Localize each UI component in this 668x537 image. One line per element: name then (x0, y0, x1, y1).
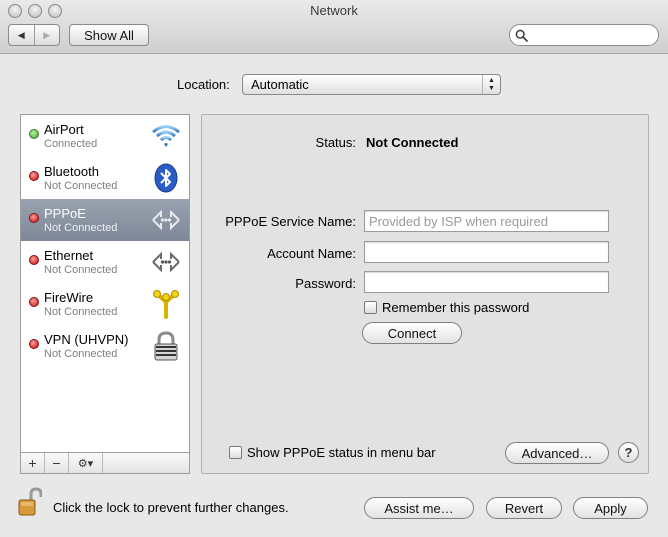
search-field[interactable] (509, 24, 659, 46)
status-dot-icon (29, 255, 39, 265)
service-status: Not Connected (44, 306, 118, 318)
status-dot-icon (29, 297, 39, 307)
service-status: Not Connected (44, 264, 118, 276)
show-status-label: Show PPPoE status in menu bar (247, 445, 436, 460)
add-service-button[interactable]: + (21, 453, 45, 473)
status-dot-icon (29, 171, 39, 181)
popup-arrows-icon: ▲ ▼ (482, 75, 500, 94)
service-status: Not Connected (44, 348, 118, 360)
remember-password-checkbox[interactable] (364, 301, 377, 314)
account-name-field[interactable] (364, 241, 609, 263)
revert-button[interactable]: Revert (486, 497, 562, 519)
location-popup[interactable]: Automatic ▲ ▼ (242, 74, 501, 95)
status-dot-icon (29, 213, 39, 223)
service-item-vpn[interactable]: VPN (UHVPN) Not Connected (21, 325, 189, 367)
service-list: AirPort Connected Bluetooth Not Connecte… (20, 114, 190, 474)
service-name: FireWire (44, 290, 94, 305)
service-item-pppoe[interactable]: PPPoE Not Connected (21, 199, 189, 241)
service-item-bluetooth[interactable]: Bluetooth Not Connected (21, 157, 189, 199)
location-value: Automatic (251, 77, 309, 92)
help-button[interactable]: ? (618, 442, 639, 463)
service-name: Bluetooth (44, 164, 99, 179)
advanced-button[interactable]: Advanced… (505, 442, 609, 464)
wifi-icon (152, 125, 180, 147)
window-toolbar: Network ◀ ▶ Show All (0, 0, 668, 54)
network-arrows-icon (152, 209, 180, 231)
network-arrows-icon (152, 251, 180, 273)
connect-button[interactable]: Connect (362, 322, 462, 344)
back-forward-control: ◀ ▶ (8, 24, 60, 46)
vpn-lock-icon (154, 331, 178, 361)
forward-arrow-icon[interactable]: ▶ (33, 25, 60, 45)
account-name-label: Account Name: (267, 246, 356, 261)
apply-button[interactable]: Apply (573, 497, 648, 519)
lock-icon[interactable] (18, 487, 42, 517)
service-item-ethernet[interactable]: Ethernet Not Connected (21, 241, 189, 283)
status-value: Not Connected (366, 135, 459, 150)
service-status: Connected (44, 138, 98, 150)
firewire-icon (153, 290, 179, 319)
bluetooth-icon (154, 163, 178, 193)
gear-icon[interactable]: ⚙▾ (69, 453, 103, 473)
search-icon (515, 29, 528, 42)
password-field[interactable] (364, 271, 609, 293)
status-dot-icon (29, 129, 39, 139)
status-label: Status: (315, 135, 356, 150)
remember-password-label: Remember this password (382, 300, 530, 315)
detail-panel: Status: Not Connected PPPoE Service Name… (201, 114, 649, 474)
show-status-checkbox[interactable] (229, 446, 242, 459)
assist-me-button[interactable]: Assist me… (364, 497, 474, 519)
window-title: Network (310, 3, 358, 18)
service-item-airport[interactable]: AirPort Connected (21, 115, 189, 157)
service-name: Ethernet (44, 248, 94, 263)
service-name-field[interactable] (364, 210, 609, 232)
service-name: VPN (UHVPN) (44, 332, 129, 347)
back-arrow-icon[interactable]: ◀ (9, 25, 34, 45)
service-list-toolbar: + − ⚙▾ (20, 452, 190, 474)
location-label: Location: (177, 77, 230, 92)
service-name: AirPort (44, 122, 84, 137)
show-all-button[interactable]: Show All (69, 24, 149, 46)
lock-message: Click the lock to prevent further change… (53, 500, 289, 515)
service-name: PPPoE (44, 206, 86, 221)
service-status: Not Connected (44, 180, 118, 192)
service-name-label: PPPoE Service Name: (225, 214, 356, 229)
password-label: Password: (295, 276, 356, 291)
status-dot-icon (29, 339, 39, 349)
service-item-firewire[interactable]: FireWire Not Connected (21, 283, 189, 325)
service-status: Not Connected (44, 222, 118, 234)
remove-service-button[interactable]: − (45, 453, 69, 473)
